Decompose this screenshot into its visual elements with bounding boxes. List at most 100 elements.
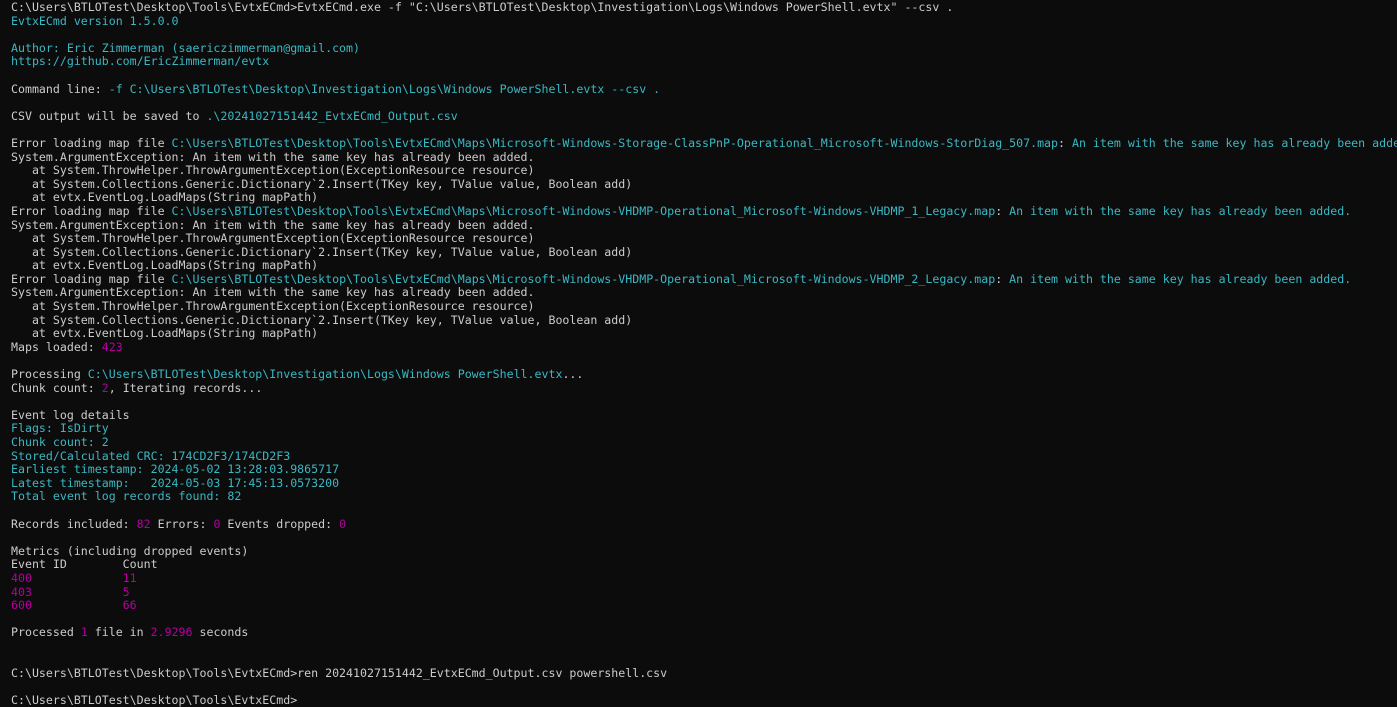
terminal-line: System.ArgumentException: An item with t… [11,219,1397,233]
terminal-text-segment: 400 11 [11,571,137,585]
terminal-line: Flags: IsDirty [11,422,1397,436]
terminal-line: Processing C:\Users\BTLOTest\Desktop\Inv… [11,368,1397,382]
terminal-text-segment: System.ArgumentException: An item with t… [11,150,535,164]
terminal-line: at evtx.EventLog.LoadMaps(String mapPath… [11,327,1397,341]
terminal-text-segment: Metrics (including dropped events) [11,544,249,558]
terminal-text-segment: C:\Users\BTLOTest\Desktop\Tools\EvtxECmd… [11,694,298,707]
terminal-text-segment: Latest timestamp: 2024-05-03 17:45:13.05… [11,476,340,490]
terminal-text-segment: : [1058,136,1072,150]
terminal-output[interactable]: C:\Users\BTLOTest\Desktop\Tools\EvtxECmd… [0,0,1397,707]
terminal-text-segment: 2.9296 [150,626,193,640]
terminal-text-segment: Events dropped: [220,517,340,531]
terminal-text-segment: C:\Users\BTLOTest\Desktop\Tools\EvtxECmd… [171,272,996,286]
terminal-line: 403 5 [11,586,1397,600]
terminal-text-segment: 0 [339,517,347,531]
terminal-line: EvtxECmd version 1.5.0.0 [11,15,1397,29]
terminal-line: Error loading map file C:\Users\BTLOTest… [11,273,1397,287]
terminal-text-segment: at System.Collections.Generic.Dictionary… [11,177,633,191]
terminal-text-segment: Errors: [150,517,214,531]
terminal-text-segment: ... [562,368,584,382]
terminal-text-segment: at evtx.EventLog.LoadMaps(String mapPath… [11,191,319,205]
terminal-line: Stored/Calculated CRC: 174CD2F3/174CD2F3 [11,450,1397,464]
terminal-text-segment: Earliest timestamp: 2024-05-02 13:28:03.… [11,463,340,477]
terminal-text-segment: Flags: IsDirty [11,422,109,436]
terminal-text-segment: at evtx.EventLog.LoadMaps(String mapPath… [11,259,319,273]
terminal-text-segment: at System.Collections.Generic.Dictionary… [11,245,633,259]
terminal-text-segment: at System.ThrowHelper.ThrowArgumentExcep… [11,232,535,246]
terminal-line: Event log details [11,409,1397,423]
terminal-line: C:\Users\BTLOTest\Desktop\Tools\EvtxECmd… [11,694,1397,707]
terminal-line: System.ArgumentException: An item with t… [11,151,1397,165]
terminal-line: Event ID Count [11,558,1397,572]
terminal-text-segment: .\20241027151442_EvtxECmd_Output.csv [206,109,458,123]
terminal-text-segment: An item with the same key has already be… [1009,204,1352,218]
terminal-text-segment: System.ArgumentException: An item with t… [11,286,535,300]
terminal-text-segment: An item with the same key has already be… [1009,272,1352,286]
terminal-line: Chunk count: 2, Iterating records... [11,382,1397,396]
terminal-text-segment: 2 [101,381,109,395]
terminal-text-segment: : [995,204,1010,218]
terminal-text-segment: Maps loaded: [11,340,102,354]
terminal-text-segment: Records included: [11,517,137,531]
terminal-line: Maps loaded: 423 [11,341,1397,355]
terminal-text-segment: Chunk count: [11,381,102,395]
terminal-line: at System.ThrowHelper.ThrowArgumentExcep… [11,164,1397,178]
terminal-line: at System.Collections.Generic.Dictionary… [11,314,1397,328]
terminal-text-segment: at System.ThrowHelper.ThrowArgumentExcep… [11,164,535,178]
terminal-line: C:\Users\BTLOTest\Desktop\Tools\EvtxECmd… [11,667,1397,681]
terminal-text-segment: Error loading map file [11,136,172,150]
terminal-line: System.ArgumentException: An item with t… [11,286,1397,300]
terminal-text-segment: , Iterating records... [108,381,263,395]
terminal-text-segment: C:\Users\BTLOTest\Desktop\Tools\EvtxECmd… [11,667,668,681]
terminal-text-segment: C:\Users\BTLOTest\Desktop\Tools\EvtxECmd… [171,204,996,218]
terminal-text-segment: System.ArgumentException: An item with t… [11,218,535,232]
terminal-text-segment: https://github.com/EricZimmerman/evtx [11,55,270,69]
terminal-text-segment: at System.Collections.Generic.Dictionary… [11,313,633,327]
terminal-line: Earliest timestamp: 2024-05-02 13:28:03.… [11,463,1397,477]
terminal-text-segment: file in [87,626,151,640]
terminal-text-segment: Stored/Calculated CRC: 174CD2F3/174CD2F3 [11,449,291,463]
terminal-text-segment: EvtxECmd version 1.5.0.0 [11,14,179,28]
terminal-line: 400 11 [11,572,1397,586]
terminal-text-segment: at evtx.EventLog.LoadMaps(String mapPath… [11,327,319,341]
terminal-text-segment: Processing [11,368,88,382]
terminal-text-segment: Event ID Count [11,558,158,572]
terminal-line: Error loading map file C:\Users\BTLOTest… [11,137,1397,151]
terminal-line: Error loading map file C:\Users\BTLOTest… [11,205,1397,219]
terminal-text-segment: C:\Users\BTLOTest\Desktop\Investigation\… [87,368,563,382]
terminal-text-segment: 600 66 [11,599,137,613]
terminal-text-segment: Total event log records found: 82 [11,490,242,504]
terminal-line: CSV output will be saved to .\2024102715… [11,110,1397,124]
terminal-line: Author: Eric Zimmerman (saericzimmerman@… [11,42,1397,56]
terminal-text-segment: seconds [192,626,249,640]
terminal-text-segment: 403 5 [11,585,130,599]
terminal-text-segment: Error loading map file [11,204,172,218]
terminal-line: at System.Collections.Generic.Dictionary… [11,246,1397,260]
terminal-line: C:\Users\BTLOTest\Desktop\Tools\EvtxECmd… [11,1,1397,15]
terminal-line: Latest timestamp: 2024-05-03 17:45:13.05… [11,477,1397,491]
terminal-line: at System.Collections.Generic.Dictionary… [11,178,1397,192]
terminal-line: Metrics (including dropped events) [11,545,1397,559]
terminal-text-segment: Error loading map file [11,272,172,286]
terminal-line: Records included: 82 Errors: 0 Events dr… [11,518,1397,532]
terminal-line: Chunk count: 2 [11,436,1397,450]
terminal-line: Processed 1 file in 2.9296 seconds [11,626,1397,640]
terminal-text-segment: C:\Users\BTLOTest\Desktop\Tools\EvtxECmd… [11,1,954,14]
terminal-text-segment: 1 [80,626,88,640]
terminal-text-segment: Event log details [11,408,130,422]
terminal-text-segment: Command line: [11,82,109,96]
terminal-line: at evtx.EventLog.LoadMaps(String mapPath… [11,259,1397,273]
terminal-text-segment: CSV output will be saved to [11,109,207,123]
terminal-text-segment: Author: Eric Zimmerman (saericzimmerman@… [11,41,361,55]
terminal-text-segment: An item with the same key has already be… [1071,136,1397,150]
terminal-line: at System.ThrowHelper.ThrowArgumentExcep… [11,300,1397,314]
